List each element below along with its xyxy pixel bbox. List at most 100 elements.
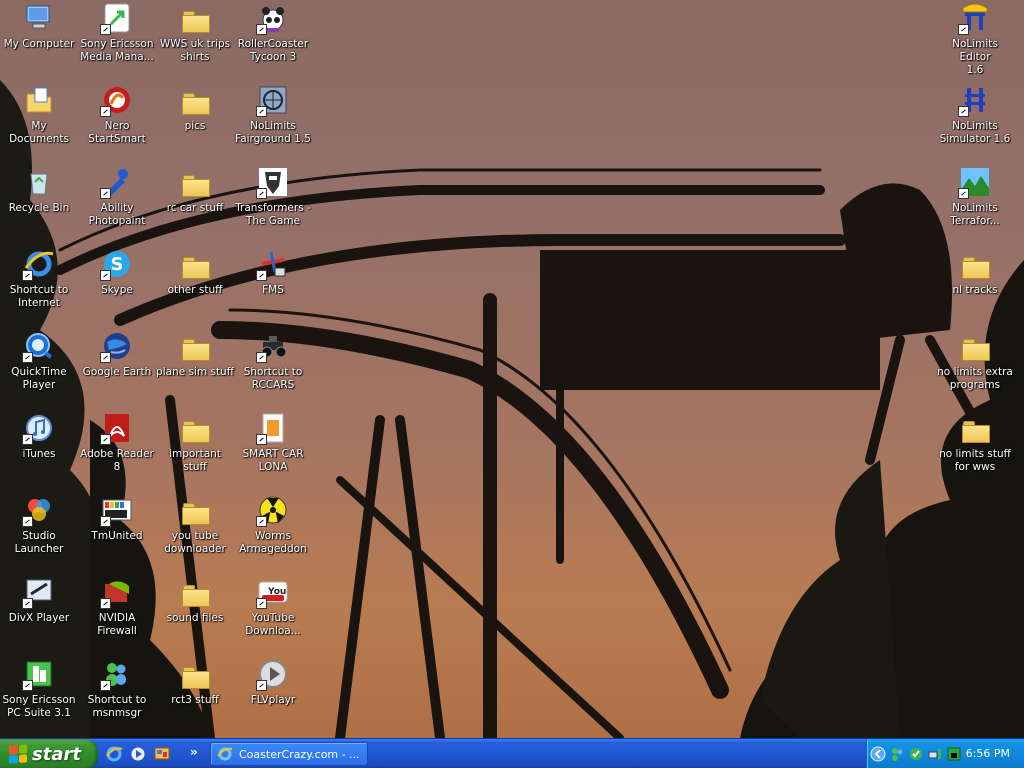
desktop-icon-label: Worms Armageddon (239, 530, 307, 555)
desktop-icon[interactable]: My Computer (0, 0, 78, 78)
desktop-icon[interactable]: NoLimits Terrafor... (936, 164, 1014, 242)
security-icon[interactable] (946, 746, 962, 762)
desktop-icon-label: Shortcut to RCCARS (243, 366, 303, 391)
start-button[interactable]: start (0, 739, 98, 768)
shortcut-arrow-icon (256, 106, 267, 117)
taskbar-item-coastercrazy[interactable]: CoasterCrazy.com - ... (210, 742, 368, 766)
desktop-icon[interactable]: QuickTime Player (0, 328, 78, 406)
desktop-icon[interactable]: Sony Ericsson PC Suite 3.1 (0, 656, 78, 734)
desktop-icon[interactable]: FLVplayr (234, 656, 312, 734)
messenger-icon[interactable] (889, 746, 905, 762)
nolimits-simulator-icon (958, 83, 992, 117)
desktop-icon-label: Ability Photopaint (88, 202, 146, 227)
recycle-bin-icon (22, 165, 56, 199)
show-desktop-icon[interactable] (152, 744, 172, 764)
shortcut-arrow-icon (22, 434, 33, 445)
folder-icon (178, 575, 212, 609)
desktop-icon[interactable]: rc car stuff (156, 164, 234, 242)
desktop-icon-label: Google Earth (82, 366, 152, 378)
task-label: CoasterCrazy.com - ... (239, 747, 360, 761)
internet-explorer-icon[interactable] (104, 744, 124, 764)
desktop-icon-label: NoLimits Editor 1.6 (952, 38, 998, 76)
desktop-icon-label: DivX Player (8, 612, 70, 624)
desktop-icon[interactable]: iTunes (0, 410, 78, 488)
desktop-icon[interactable]: Transformers - The Game (234, 164, 312, 242)
desktop-icon-label: Shortcut to Internet (9, 284, 69, 309)
desktop-icon[interactable]: Adobe Reader 8 (78, 410, 156, 488)
desktop-icon[interactable]: no limits extra programs (936, 328, 1014, 406)
shortcut-arrow-icon (256, 434, 267, 445)
desktop-icon[interactable]: NoLimits Editor 1.6 (936, 0, 1014, 78)
desktop-icon[interactable]: Ability Photopaint (78, 164, 156, 242)
desktop-icon[interactable]: RollerCoaster Tycoon 3 (234, 0, 312, 78)
desktop-icon[interactable]: NoLimits Simulator 1.6 (936, 82, 1014, 160)
folder-icon (178, 1, 212, 35)
desktop-icon[interactable]: NoLimits Fairground 1.5 (234, 82, 312, 160)
shortcut-arrow-icon (22, 516, 33, 527)
folder-icon (958, 411, 992, 445)
chevron-left-icon[interactable] (870, 746, 886, 762)
desktop-icon[interactable]: NVIDIA Firewall (78, 574, 156, 652)
desktop-icon-label: Skype (101, 284, 133, 296)
desktop-icon[interactable]: rct3 stuff (156, 656, 234, 734)
desktop-icon[interactable]: Shortcut to Internet (0, 246, 78, 324)
quick-launch-chevron-icon[interactable]: » (190, 745, 198, 759)
desktop-icon[interactable]: Worms Armageddon (234, 492, 312, 570)
itunes-icon (22, 411, 56, 445)
desktop-icon[interactable]: WWS uk trips shirts (156, 0, 234, 78)
desktop-icon[interactable]: Studio Launcher (0, 492, 78, 570)
desktop-icon[interactable]: Shortcut to RCCARS (234, 328, 312, 406)
desktop-icon[interactable]: no limits stuff for wws (936, 410, 1014, 488)
folder-icon (178, 411, 212, 445)
desktop-icon[interactable]: Nero StartSmart (78, 82, 156, 160)
desktop-icon[interactable]: My Documents (0, 82, 78, 160)
media-player-icon[interactable] (128, 744, 148, 764)
folder-icon (178, 165, 212, 199)
quicktime-icon (22, 329, 56, 363)
desktop-icon-label: Nero StartSmart (88, 120, 146, 145)
shortcut-arrow-icon (22, 680, 33, 691)
desktop-icon[interactable]: You YouTube Downloa... (234, 574, 312, 652)
desktop-icon[interactable]: FMS (234, 246, 312, 324)
tmunited-icon (100, 493, 134, 527)
desktop-icon[interactable]: sound files (156, 574, 234, 652)
desktop-icon-label: sound files (166, 612, 224, 624)
folder-icon (958, 247, 992, 281)
desktop-icon-label: My Computer (3, 38, 75, 50)
desktop-icon[interactable]: nl tracks (936, 246, 1014, 324)
desktop-icon-label: pics (184, 120, 206, 132)
desktop-icon[interactable]: SMART CAR LONA (234, 410, 312, 488)
desktop-icon-label: Recycle Bin (8, 202, 70, 214)
desktop-icon-label: Sony Ericsson Media Mana... (80, 38, 154, 63)
desktop-icon[interactable]: Recycle Bin (0, 164, 78, 242)
desktop-icon-label: important stuff (169, 448, 221, 473)
desktop-icon[interactable]: S Skype (78, 246, 156, 324)
shortcut-arrow-icon (100, 270, 111, 281)
shortcut-arrow-icon (22, 352, 33, 363)
desktop-icon-label: TmUnited (91, 530, 143, 542)
folder-icon (178, 247, 212, 281)
desktop-icon[interactable]: pics (156, 82, 234, 160)
desktop-icon[interactable]: Google Earth (78, 328, 156, 406)
shortcut-arrow-icon (256, 352, 267, 363)
desktop-icon[interactable]: Shortcut to msnmsgr (78, 656, 156, 734)
worms-icon (256, 493, 290, 527)
desktop-icon-label: NVIDIA Firewall (97, 612, 137, 637)
google-earth-icon (100, 329, 134, 363)
desktop-icon[interactable]: Sony Ericsson Media Mana... (78, 0, 156, 78)
desktop-icon[interactable]: you tube downloader (156, 492, 234, 570)
shortcut-arrow-icon (22, 598, 33, 609)
wireless-icon[interactable] (927, 746, 943, 762)
desktop-icon[interactable]: DivX Player (0, 574, 78, 652)
desktop-icon[interactable]: important stuff (156, 410, 234, 488)
network-icon[interactable] (908, 746, 924, 762)
desktop-icon[interactable]: TmUnited (78, 492, 156, 570)
desktop-icon[interactable]: plane sim stuff (156, 328, 234, 406)
shortcut-arrow-icon (100, 352, 111, 363)
shortcut-arrow-icon (256, 188, 267, 199)
svg-text:S: S (111, 254, 124, 275)
folder-icon (178, 493, 212, 527)
nolimits-terraformer-icon (958, 165, 992, 199)
desktop-icon[interactable]: other stuff (156, 246, 234, 324)
nvidia-firewall-icon (100, 575, 134, 609)
